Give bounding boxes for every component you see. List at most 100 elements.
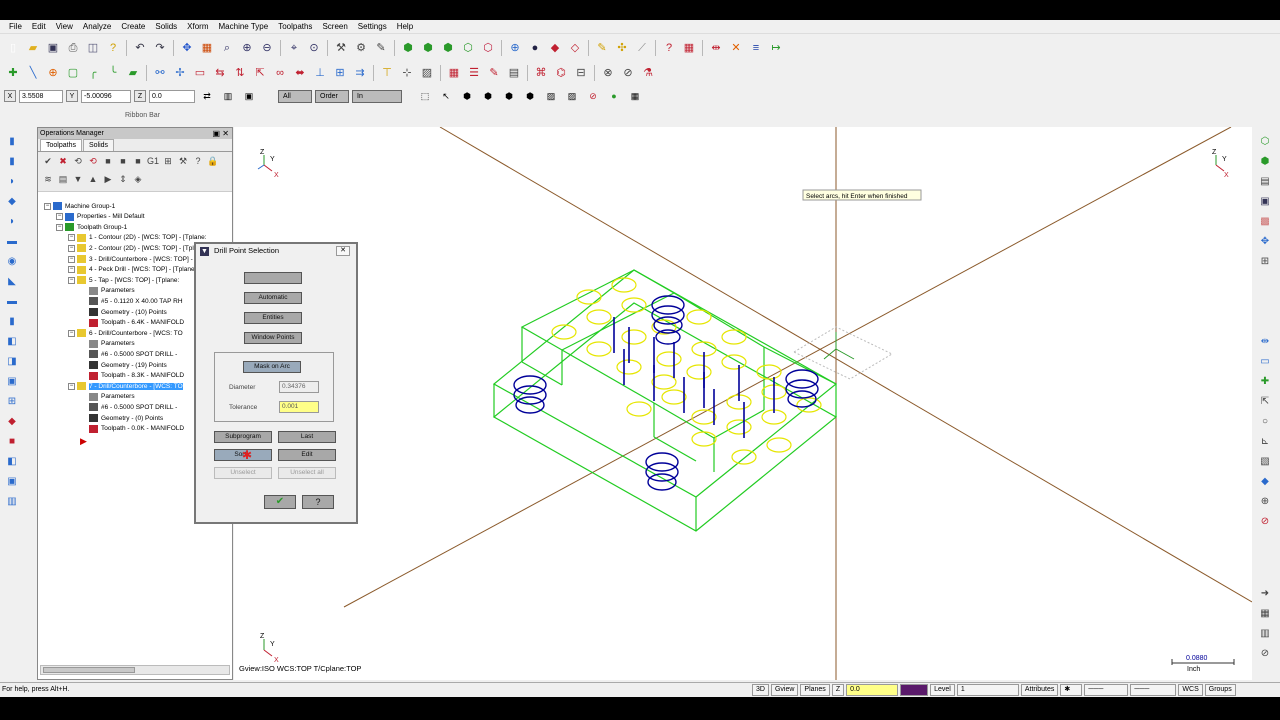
insert-arrow-icon[interactable]: ▶ bbox=[102, 173, 114, 185]
highfeed-icon[interactable]: ⊞ bbox=[162, 155, 174, 167]
y-coord-label[interactable]: Y bbox=[66, 90, 78, 102]
subprogram-button[interactable]: Subprogram bbox=[214, 431, 272, 443]
delete-ops-icon[interactable]: ⚒ bbox=[177, 155, 189, 167]
shield-icon[interactable]: ◆ bbox=[1257, 473, 1273, 489]
point-style-icon[interactable]: ✱ bbox=[1060, 683, 1083, 696]
wire-shade-icon[interactable]: ◇ bbox=[566, 39, 584, 57]
arrow-right-icon[interactable]: ➜ bbox=[1257, 585, 1273, 601]
line-style-select[interactable]: ─── bbox=[1084, 683, 1129, 696]
pan-icon[interactable]: ✥ bbox=[178, 39, 196, 57]
scroll-ops-icon[interactable]: ⇕ bbox=[117, 173, 129, 185]
toolpath-pocket-icon[interactable]: ◆ bbox=[4, 193, 20, 209]
tree-item[interactable]: − 6 - Drill/Counterbore - [WCS: TO bbox=[68, 328, 183, 338]
ops-help-icon[interactable]: ? bbox=[192, 155, 204, 167]
tree-item[interactable]: Geometry - (0) Points bbox=[80, 413, 163, 423]
menu-item-file[interactable]: File bbox=[4, 22, 27, 31]
undo-icon[interactable]: ↶ bbox=[131, 39, 149, 57]
select-image2-icon[interactable]: ▨ bbox=[563, 87, 581, 105]
verify-ops-icon[interactable]: ■ bbox=[117, 155, 129, 167]
add-icon[interactable]: ✚ bbox=[1257, 373, 1273, 389]
no-icon[interactable]: ⊘ bbox=[1257, 513, 1273, 529]
toolpath-2d-icon[interactable]: ▮ bbox=[4, 133, 20, 149]
tree-item[interactable]: Parameters bbox=[80, 286, 135, 296]
tree-item[interactable]: − Toolpath Group-1 bbox=[56, 222, 127, 232]
zoom-out-icon[interactable]: ⊖ bbox=[258, 39, 276, 57]
tree-item[interactable]: − 1 - Contour (2D) - [WCS: TOP] - [Tplane… bbox=[68, 233, 207, 243]
level-input[interactable]: 1 bbox=[956, 683, 1019, 696]
menu-item-settings[interactable]: Settings bbox=[353, 22, 392, 31]
cube-icon[interactable]: ▧ bbox=[1257, 453, 1273, 469]
redo-icon[interactable]: ↷ bbox=[151, 39, 169, 57]
hatch-icon[interactable]: ▨ bbox=[418, 64, 436, 82]
view-top-icon[interactable]: ⬢ bbox=[399, 39, 417, 57]
wcs-button[interactable]: WCS bbox=[1178, 683, 1203, 696]
expand-toggle-icon[interactable]: − bbox=[44, 202, 51, 210]
all-button[interactable]: All bbox=[278, 89, 312, 103]
x-coord-input[interactable]: 3.5508 bbox=[19, 89, 63, 103]
x-coord-label[interactable]: X bbox=[4, 90, 16, 102]
expand-toggle-icon[interactable]: − bbox=[68, 244, 75, 252]
backplot-icon[interactable]: ⌬ bbox=[552, 64, 570, 82]
list-icon[interactable]: ☰ bbox=[465, 64, 483, 82]
scrollbar-thumb[interactable] bbox=[43, 667, 135, 673]
table-icon[interactable]: ▦ bbox=[445, 64, 463, 82]
toolpath-stock-icon[interactable]: ▣ bbox=[4, 373, 20, 389]
view-front-icon[interactable]: ▤ bbox=[1257, 173, 1273, 189]
move-down-icon[interactable]: ▼ bbox=[72, 173, 84, 185]
z-coord-input[interactable]: 0.0 bbox=[149, 89, 195, 103]
join-icon[interactable]: ∞ bbox=[271, 64, 289, 82]
view-iso-icon[interactable]: ⬡ bbox=[1257, 133, 1273, 149]
analyze-icon[interactable]: ? bbox=[660, 39, 678, 57]
select-body-icon[interactable]: ⬢ bbox=[521, 87, 539, 105]
selection-icon[interactable]: ⚒ bbox=[332, 39, 350, 57]
toolpath-block-icon[interactable]: ▮ bbox=[4, 313, 20, 329]
insert-arrow-icon[interactable]: ▶ bbox=[80, 436, 87, 447]
align-icon[interactable]: ≡ bbox=[747, 39, 765, 57]
line-width-select[interactable]: ─── bbox=[1130, 683, 1177, 696]
panel-icon[interactable]: ▥ bbox=[1257, 625, 1273, 641]
table-view-icon[interactable]: ▦ bbox=[1257, 605, 1273, 621]
measure-icon[interactable]: ⇹ bbox=[1257, 333, 1273, 349]
menu-item-edit[interactable]: Edit bbox=[27, 22, 51, 31]
diameter-input[interactable]: 0.34376 bbox=[279, 381, 319, 393]
grid-icon[interactable]: ▦ bbox=[680, 39, 698, 57]
zoom-in-icon[interactable]: ⊕ bbox=[238, 39, 256, 57]
simulate-ops-icon[interactable]: ■ bbox=[132, 155, 144, 167]
toolpath-lathe-icon[interactable]: ▣ bbox=[4, 473, 20, 489]
hook-icon[interactable]: ⊾ bbox=[1257, 433, 1273, 449]
close-icon[interactable]: ▣ ✕ bbox=[213, 128, 229, 139]
toolpath-contour-icon[interactable]: ▮ bbox=[4, 153, 20, 169]
tree-item[interactable]: Geometry - (10) Points bbox=[80, 307, 167, 317]
menu-item-help[interactable]: Help bbox=[392, 22, 418, 31]
unselect-button[interactable]: Unselect bbox=[214, 467, 272, 479]
level-label[interactable]: Level bbox=[930, 683, 955, 696]
pan-view-icon[interactable]: ✥ bbox=[1257, 233, 1273, 249]
tree-item[interactable]: Toolpath - 0.0K - MANIFOLD bbox=[80, 424, 184, 434]
window-points-button[interactable]: Window Points bbox=[244, 332, 302, 344]
entities-button[interactable]: Entities bbox=[244, 312, 302, 324]
fillet-icon[interactable]: ╭ bbox=[84, 64, 102, 82]
settings-ops-icon[interactable]: ◈ bbox=[132, 173, 144, 185]
select-edge-icon[interactable]: ⬢ bbox=[500, 87, 518, 105]
toggle-post-icon[interactable]: ▤ bbox=[57, 173, 69, 185]
tree-item[interactable]: − 2 - Contour (2D) - [WCS: TOP] - [Tplane… bbox=[68, 243, 207, 253]
tools-icon[interactable]: ⚙ bbox=[352, 39, 370, 57]
backplot-ops-icon[interactable]: ■ bbox=[102, 155, 114, 167]
attributes-button[interactable]: Attributes bbox=[1020, 683, 1059, 696]
scale-icon[interactable]: ⇱ bbox=[251, 64, 269, 82]
move-icon[interactable]: ⇆ bbox=[211, 64, 229, 82]
tree-item[interactable]: Toolpath - 6.4K - MANIFOLD bbox=[80, 318, 184, 328]
cancel-select-icon[interactable]: ⊘ bbox=[584, 87, 602, 105]
ribbon-end-icon[interactable]: ▦ bbox=[626, 87, 644, 105]
move-up-icon[interactable]: ▲ bbox=[87, 173, 99, 185]
open-file-icon[interactable]: ▰ bbox=[24, 39, 42, 57]
align-view-icon[interactable]: ▭ bbox=[1257, 353, 1273, 369]
circle-view-icon[interactable]: ○ bbox=[1257, 413, 1273, 429]
trim-icon[interactable]: ⚯ bbox=[151, 64, 169, 82]
pencil-icon[interactable]: ✎ bbox=[593, 39, 611, 57]
expand-toggle-icon[interactable]: − bbox=[68, 234, 75, 242]
in-button[interactable]: In bbox=[352, 89, 402, 103]
expand-toggle-icon[interactable]: − bbox=[68, 255, 75, 263]
last-button[interactable]: Last bbox=[278, 431, 336, 443]
menu-item-machine-type[interactable]: Machine Type bbox=[214, 22, 274, 31]
